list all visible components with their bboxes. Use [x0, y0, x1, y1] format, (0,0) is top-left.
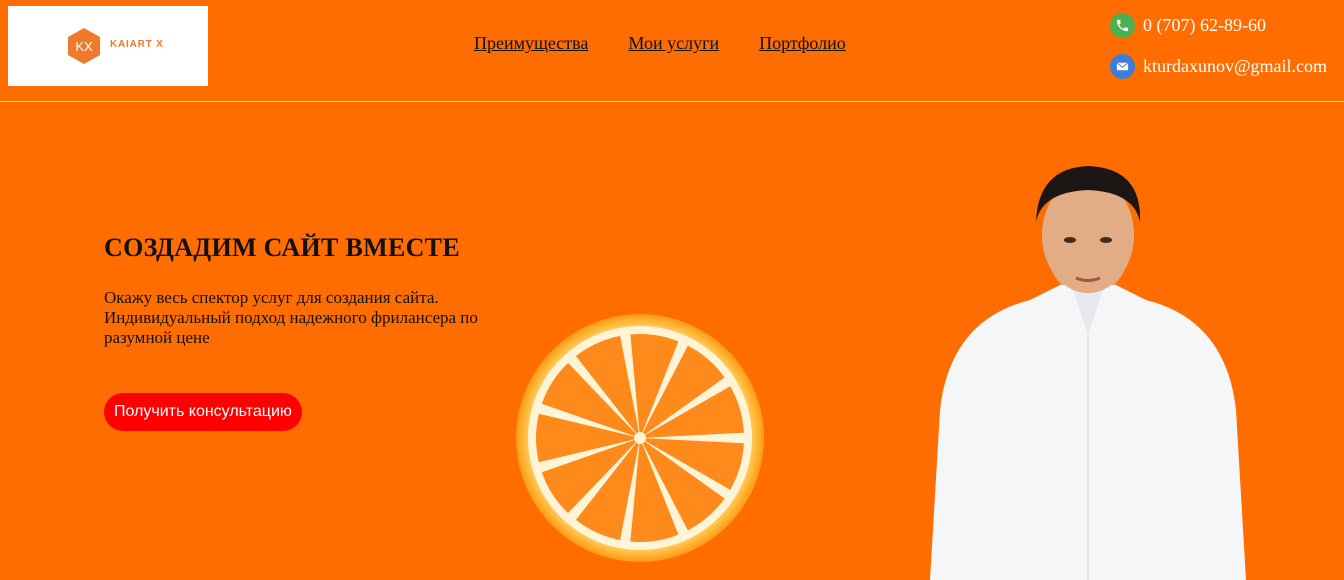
- contact-email[interactable]: kturdaxunov@gmail.com: [1110, 54, 1327, 79]
- nav-item-services[interactable]: Мои услуги: [628, 33, 719, 54]
- kx-hexagon-logo-icon: KX: [68, 28, 100, 64]
- person-photo: [930, 166, 1246, 580]
- nav-item-portfolio[interactable]: Портфолио: [759, 33, 846, 54]
- site-header: KX KAIART X Преимущества Мои услуги Порт…: [0, 0, 1344, 102]
- logo-text: KAIART X: [110, 39, 164, 50]
- phone-icon: [1110, 13, 1135, 38]
- logo-mark-text: KX: [75, 39, 93, 54]
- email-address: kturdaxunov@gmail.com: [1143, 56, 1328, 76]
- mail-icon: [1110, 54, 1135, 79]
- orange-slice-image: [516, 314, 764, 562]
- nav-item-advantages[interactable]: Преимущества: [474, 33, 588, 54]
- get-consultation-button[interactable]: Получить консультацию: [104, 393, 302, 431]
- phone-number: 0 (707) 62-89-60: [1143, 15, 1266, 35]
- hero-title: СОЗДАДИМ САЙТ ВМЕСТЕ: [104, 233, 460, 262]
- contact-phone[interactable]: 0 (707) 62-89-60: [1110, 13, 1266, 38]
- logo[interactable]: KX KAIART X: [8, 6, 208, 86]
- hero-description: Окажу весь спектор услуг для создания са…: [104, 288, 478, 347]
- main-nav: Преимущества Мои услуги Портфолио: [474, 33, 846, 54]
